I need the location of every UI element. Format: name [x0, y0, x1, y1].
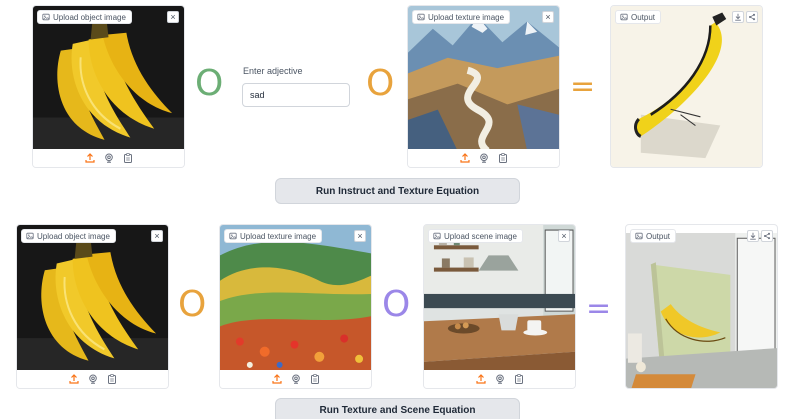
- row1-output-panel: Output: [610, 5, 763, 168]
- banana-image: [17, 225, 168, 372]
- image-icon: [635, 232, 643, 240]
- close-icon[interactable]: ×: [354, 230, 366, 242]
- row2-operator-2: O: [382, 284, 411, 325]
- meadow-texture-image: [220, 225, 371, 372]
- upload-icon[interactable]: [68, 374, 79, 385]
- row1-texture-image-panel[interactable]: Upload texture image ×: [407, 5, 560, 168]
- row2-output-tools: [747, 230, 773, 242]
- upload-icon[interactable]: [459, 153, 470, 164]
- row2-scene-toolbar: [424, 370, 575, 388]
- clipboard-icon[interactable]: [106, 374, 117, 385]
- run-instruct-texture-button[interactable]: Run Instruct and Texture Equation: [275, 178, 520, 204]
- upload-icon[interactable]: [271, 374, 282, 385]
- row2-texture-image-panel[interactable]: Upload texture image ×: [219, 224, 372, 389]
- close-icon[interactable]: ×: [558, 230, 570, 242]
- image-icon: [433, 232, 441, 240]
- row2-object-image-panel[interactable]: Upload object image ×: [16, 224, 169, 389]
- row2-scene-image-panel[interactable]: Upload scene image ×: [423, 224, 576, 389]
- row2-equals: =: [586, 291, 612, 326]
- row1-output-label: Output: [615, 10, 662, 24]
- row1-operator-1: O: [195, 63, 224, 104]
- upload-icon[interactable]: [84, 153, 95, 164]
- row2-texture-toolbar: [220, 370, 371, 388]
- row1-output-tools: [732, 11, 758, 23]
- mountain-texture-image: [408, 6, 559, 151]
- webcam-icon[interactable]: [478, 153, 489, 164]
- clipboard-icon[interactable]: [497, 153, 508, 164]
- row1-texture-image-label: Upload texture image: [412, 10, 511, 24]
- row1-equals: =: [570, 69, 596, 104]
- download-icon[interactable]: [747, 230, 759, 242]
- run-texture-scene-button[interactable]: Run Texture and Scene Equation: [275, 398, 520, 419]
- row2-output-label: Output: [630, 229, 677, 243]
- row1-operator-2: O: [366, 63, 395, 104]
- close-icon[interactable]: ×: [151, 230, 163, 242]
- row2-texture-image-label: Upload texture image: [224, 229, 323, 243]
- share-icon[interactable]: [761, 230, 773, 242]
- image-icon: [26, 232, 34, 240]
- clipboard-icon[interactable]: [513, 374, 524, 385]
- image-icon: [620, 13, 628, 21]
- image-icon: [417, 13, 425, 21]
- download-icon[interactable]: [732, 11, 744, 23]
- banana-image: [33, 6, 184, 151]
- kitchen-scene-image: [424, 225, 575, 372]
- row2-object-toolbar: [17, 370, 168, 388]
- row2-operator-1: O: [178, 284, 207, 325]
- close-icon[interactable]: ×: [167, 11, 179, 23]
- row1-output-image: [611, 6, 762, 168]
- image-icon: [229, 232, 237, 240]
- row1-object-image-panel[interactable]: Upload object image ×: [32, 5, 185, 168]
- close-icon[interactable]: ×: [542, 11, 554, 23]
- upload-icon[interactable]: [475, 374, 486, 385]
- share-icon[interactable]: [746, 11, 758, 23]
- row2-output-image: [626, 233, 777, 389]
- row1-texture-toolbar: [408, 149, 559, 167]
- clipboard-icon[interactable]: [309, 374, 320, 385]
- webcam-icon[interactable]: [103, 153, 114, 164]
- webcam-icon[interactable]: [494, 374, 505, 385]
- row1-object-toolbar: [33, 149, 184, 167]
- row1-object-image-label: Upload object image: [37, 10, 132, 24]
- row2-output-panel: Output: [625, 224, 778, 389]
- adjective-input[interactable]: [242, 83, 350, 107]
- adjective-label: Enter adjective: [243, 66, 303, 76]
- row2-scene-image-label: Upload scene image: [428, 229, 523, 243]
- webcam-icon[interactable]: [87, 374, 98, 385]
- image-icon: [42, 13, 50, 21]
- webcam-icon[interactable]: [290, 374, 301, 385]
- clipboard-icon[interactable]: [122, 153, 133, 164]
- row2-object-image-label: Upload object image: [21, 229, 116, 243]
